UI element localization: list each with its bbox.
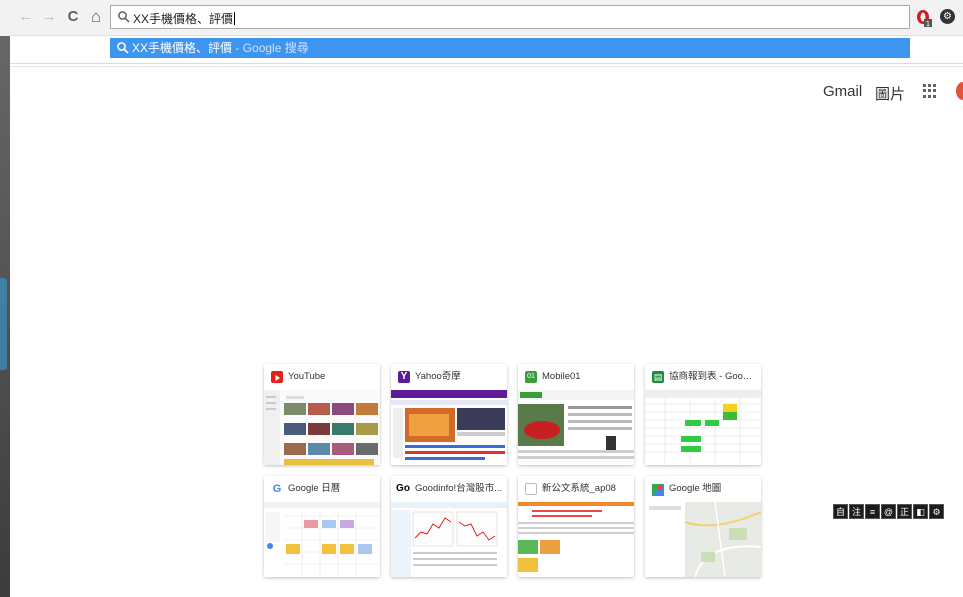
extension-gear-icon[interactable]: ⚙ bbox=[940, 9, 955, 24]
tile-header: Y Yahoo奇摩 bbox=[391, 364, 507, 390]
tile-document-system[interactable]: 新公文系統_ap08 bbox=[518, 476, 634, 577]
mini-button-toggle[interactable]: ◧ bbox=[913, 504, 928, 519]
tile-title: 新公文系統_ap08 bbox=[542, 483, 616, 494]
mini-button-menu[interactable]: ≡ bbox=[865, 504, 880, 519]
most-visited-tiles: YouTube Y Yahoo奇摩 01 Mobile01 ▤ 協商報到表 - … bbox=[264, 364, 764, 578]
browser-toolbar: ← → C ⌂ XX手機價格、評價 1 ⚙ bbox=[10, 0, 963, 36]
tile-thumbnail bbox=[518, 390, 634, 465]
tile-title: YouTube bbox=[288, 371, 326, 382]
mini-button-note[interactable]: 注 bbox=[849, 504, 864, 519]
tile-title: Mobile01 bbox=[542, 371, 581, 382]
omnibox-dropdown: XX手機價格、評價 - Google 搜尋 bbox=[10, 36, 963, 64]
mini-button-at[interactable]: @ bbox=[881, 504, 896, 519]
reload-button[interactable]: C bbox=[63, 7, 83, 27]
avatar[interactable] bbox=[956, 82, 963, 100]
tile-thumbnail bbox=[264, 502, 380, 577]
address-text: XX手機價格、評價 bbox=[133, 12, 236, 26]
tile-google-calendar[interactable]: G Google 日曆 bbox=[264, 476, 380, 577]
tile-title: 協商報到表 - Googl... bbox=[669, 371, 757, 382]
google-icon: G bbox=[272, 483, 282, 495]
tile-goodinfo[interactable]: Go Goodinfo!台灣股市... bbox=[391, 476, 507, 577]
mini-toolbar: 自 注 ≡ @ 正 ◧ ⚙ bbox=[833, 504, 945, 519]
tile-header: YouTube bbox=[264, 364, 380, 390]
youtube-icon bbox=[271, 371, 283, 383]
toolbar-edge bbox=[0, 0, 10, 36]
tile-yahoo[interactable]: Y Yahoo奇摩 bbox=[391, 364, 507, 465]
page-divider bbox=[10, 66, 963, 67]
side-tab[interactable] bbox=[0, 278, 7, 370]
tile-header: Go Goodinfo!台灣股市... bbox=[391, 476, 507, 502]
sheets-icon: ▤ bbox=[652, 371, 664, 383]
tile-title: Google 日曆 bbox=[288, 483, 341, 494]
tile-header: 01 Mobile01 bbox=[518, 364, 634, 390]
tile-sheets[interactable]: ▤ 協商報到表 - Googl... bbox=[645, 364, 761, 465]
tile-title: Goodinfo!台灣股市... bbox=[415, 483, 503, 494]
home-button[interactable]: ⌂ bbox=[86, 7, 106, 27]
tile-thumbnail bbox=[391, 390, 507, 465]
tile-thumbnail bbox=[645, 502, 761, 577]
images-link[interactable]: 圖片 bbox=[875, 83, 905, 104]
address-bar[interactable]: XX手機價格、評價 bbox=[110, 5, 910, 29]
goodinfo-icon: Go bbox=[396, 483, 410, 494]
tile-title: Yahoo奇摩 bbox=[415, 371, 461, 382]
yahoo-icon: Y bbox=[398, 371, 410, 383]
text-caret bbox=[234, 12, 236, 25]
tile-thumbnail bbox=[645, 390, 761, 465]
opera-extension-icon[interactable]: 1 bbox=[916, 9, 932, 28]
gmail-link[interactable]: Gmail bbox=[823, 83, 862, 100]
tile-youtube[interactable]: YouTube bbox=[264, 364, 380, 465]
maps-icon bbox=[652, 483, 664, 496]
tile-thumbnail bbox=[391, 502, 507, 577]
mini-button-settings[interactable]: ⚙ bbox=[929, 504, 944, 519]
forward-button[interactable]: → bbox=[39, 7, 59, 27]
mobile01-icon: 01 bbox=[525, 371, 537, 383]
suggestion-query: XX手機價格、評價 bbox=[132, 41, 233, 55]
tile-header: G Google 日曆 bbox=[264, 476, 380, 502]
svg-text:1: 1 bbox=[926, 20, 930, 27]
browser-window: ← → C ⌂ XX手機價格、評價 1 ⚙ XX手機價格、評價 - Google… bbox=[10, 0, 963, 597]
back-button[interactable]: ← bbox=[16, 7, 36, 27]
google-apps-icon[interactable] bbox=[923, 84, 937, 98]
tile-header: Google 地圖 bbox=[645, 476, 761, 502]
search-icon bbox=[118, 11, 130, 23]
tile-mobile01[interactable]: 01 Mobile01 bbox=[518, 364, 634, 465]
tile-title: Google 地圖 bbox=[669, 483, 722, 494]
mini-button-auto[interactable]: 自 bbox=[833, 504, 848, 519]
tile-header: ▤ 協商報到表 - Googl... bbox=[645, 364, 761, 390]
page-icon bbox=[525, 483, 537, 495]
tile-google-maps[interactable]: Google 地圖 bbox=[645, 476, 761, 577]
search-icon bbox=[117, 42, 129, 54]
suggestion-item[interactable]: XX手機價格、評價 - Google 搜尋 bbox=[110, 38, 910, 58]
mini-button-zheng[interactable]: 正 bbox=[897, 504, 912, 519]
suggestion-source: - Google 搜尋 bbox=[232, 41, 309, 55]
tile-thumbnail bbox=[264, 390, 380, 465]
opera-logo-icon: 1 bbox=[917, 10, 932, 28]
tile-thumbnail bbox=[518, 502, 634, 577]
tile-header: 新公文系統_ap08 bbox=[518, 476, 634, 502]
